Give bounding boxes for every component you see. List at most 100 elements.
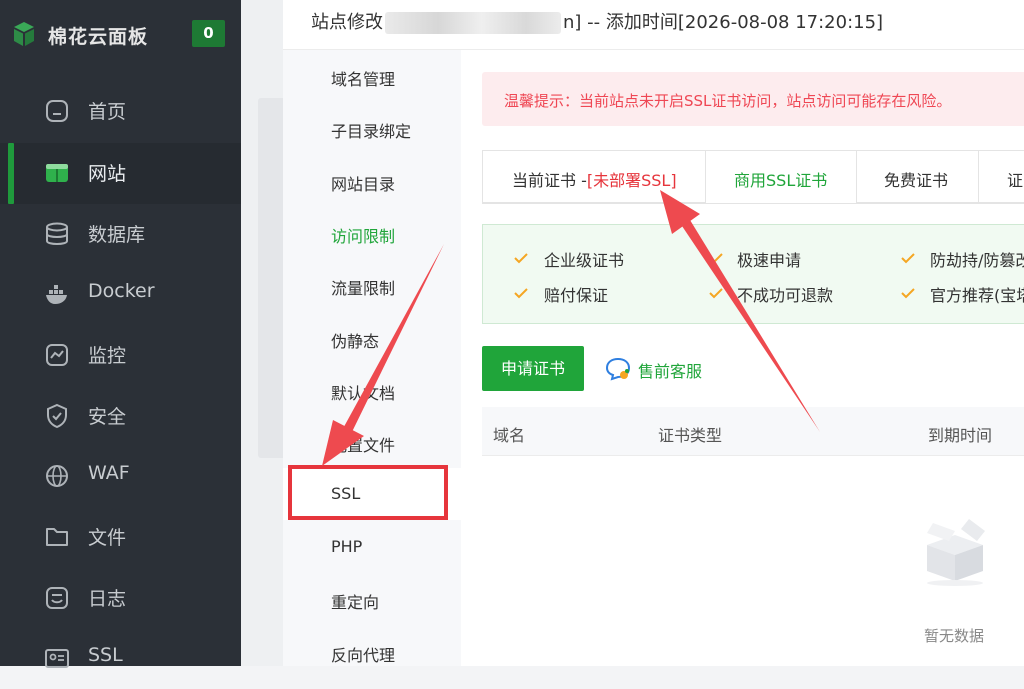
tab-current-label: 当前证书 -[未部署SSL] [512,167,677,191]
menu-label: 网站目录 [331,175,396,194]
menu-label: 反向代理 [331,646,396,665]
menu-label: 配置文件 [331,436,396,455]
feature-item: 不成功可退款 [737,286,834,305]
menu-label: 默认文档 [331,384,396,403]
menu-traffic-limit[interactable]: 流量限制 [283,259,461,311]
tab-more[interactable]: 证 [979,151,1024,203]
nav-label-security: 安全 [88,406,127,428]
nav-label-monitor: 监控 [88,345,127,367]
check-icon [901,288,915,299]
menu-php[interactable]: PHP [283,521,461,573]
menu-redirect[interactable]: 重定向 [283,573,461,625]
shield-icon [47,403,67,429]
nav-label-database: 数据库 [88,224,146,246]
check-icon [514,253,528,264]
menu-rewrite[interactable]: 伪静态 [283,312,461,364]
database-icon [46,222,68,245]
tab-current-prefix: 当前证书 - [512,171,587,190]
nav-label-logs: 日志 [88,588,127,610]
tab-commercial-label: 商用SSL证书 [734,171,828,190]
nav-item-security[interactable]: 安全 [0,386,241,447]
docker-icon [46,285,67,304]
ssl-highlight-box [288,465,448,520]
alert-text: 温馨提示：当前站点未开启SSL证书访问，站点访问可能存在风险。 [504,92,952,110]
website-icon [46,164,68,182]
brand-name: 棉花云面板 [48,26,149,48]
nav-label-files: 文件 [88,527,127,549]
tab-more-label: 证 [1007,171,1024,190]
nav-item-logs[interactable]: 日志 [0,568,241,629]
cotton-logo-icon [14,22,34,46]
menu-label: 子目录绑定 [331,122,412,141]
drawer-header: 站点修改 n] -- 添加时间[2026-08-08 17:20:15] [283,0,1024,50]
nav-item-monitor[interactable]: 监控 [0,325,241,386]
tab-current-certificate[interactable]: 当前证书 -[未部署SSL] [483,151,706,203]
column-expiry: 到期时间 [928,426,993,445]
nav-label-website: 网站 [88,163,127,185]
check-icon [514,288,528,299]
feature-item: 防劫持/防篡改 [930,251,1024,270]
column-cert-type: 证书类型 [658,426,723,445]
drawer-title-suffix: n] -- 添加时间[2026-08-08 17:20:15] [563,12,884,33]
notification-badge[interactable]: 0 [192,20,225,47]
apply-certificate-button[interactable]: 申请证书 [482,346,584,391]
menu-label: 重定向 [331,593,380,612]
globe-icon [46,465,68,487]
feature-item: 赔付保证 [544,286,609,305]
nav-item-waf[interactable]: WAF [0,446,241,507]
tab-free-label: 免费证书 [884,171,949,190]
folder-icon [46,528,68,546]
nav-label-ssl: SSL [88,644,123,666]
menu-label: 流量限制 [331,279,396,298]
menu-subdirectory-binding[interactable]: 子目录绑定 [283,102,461,154]
menu-label: PHP [331,537,363,556]
nav-item-files[interactable]: 文件 [0,507,241,568]
menu-reverse-proxy[interactable]: 反向代理 [283,626,461,678]
feature-item: 官方推荐(宝塔 [930,286,1024,305]
nav-item-database[interactable]: 数据库 [0,204,241,265]
ssl-status-not-deployed: [未部署SSL] [586,171,677,190]
check-icon [709,253,723,264]
certificate-table-header: 域名 证书类型 到期时间 [482,407,1024,456]
menu-access-restriction[interactable]: 访问限制 [283,207,461,259]
blurred-domain [385,12,561,34]
feature-list: 企业级证书 极速申请 防劫持/防篡改 赔付保证 不成功可退款 官方推荐(宝塔 [482,224,1024,324]
ssl-tabs: 当前证书 -[未部署SSL] 商用SSL证书 免费证书 证 [482,150,1024,204]
nav-item-home[interactable]: 首页 [0,81,241,142]
drawer-title: 站点修改 n] -- 添加时间[2026-08-08 17:20:15] [311,8,883,34]
tab-free-certificate[interactable]: 免费证书 [857,151,979,203]
site-edit-drawer: 站点修改 n] -- 添加时间[2026-08-08 17:20:15] 域名管理… [283,0,1024,666]
monitor-icon [46,344,68,366]
nav-label-waf: WAF [88,462,130,484]
empty-box-icon [927,519,985,586]
menu-label: 访问限制 [331,227,396,246]
tab-commercial-ssl[interactable]: 商用SSL证书 [706,151,857,203]
menu-domain-management[interactable]: 域名管理 [283,50,461,102]
feature-item: 企业级证书 [544,251,625,270]
presales-label: 售前客服 [638,362,703,381]
nav-item-ssl[interactable]: SSL [0,628,241,689]
ssl-warning-alert: 温馨提示：当前站点未开启SSL证书访问，站点访问可能存在风险。 [482,72,1024,126]
check-icon [901,253,915,264]
menu-default-document[interactable]: 默认文档 [283,364,461,416]
home-icon [46,100,68,122]
ssl-card-icon [45,649,69,668]
nav-item-docker[interactable]: Docker [0,264,241,325]
menu-site-directory[interactable]: 网站目录 [283,155,461,207]
brand-header: 棉花云面板 0 [0,0,241,66]
feature-item: 极速申请 [737,251,802,270]
menu-label: 域名管理 [331,70,396,89]
chat-bubble-icon [605,357,631,381]
nav-label-home: 首页 [88,101,127,123]
nav-label-docker: Docker [88,280,155,302]
menu-label: 伪静态 [331,332,380,351]
left-sidebar: 棉花云面板 0 首页 网站 数据库 Docker 监控 安全 WAF 文件 日志… [0,0,241,668]
column-domain: 域名 [493,426,526,445]
nav-item-website[interactable]: 网站 [0,143,241,204]
log-icon [46,587,68,609]
menu-config-file[interactable]: 配置文件 [283,416,461,468]
drawer-title-prefix: 站点修改 [311,12,383,33]
site-settings-menu: 域名管理 子目录绑定 网站目录 访问限制 流量限制 伪静态 默认文档 配置文件 … [283,50,461,666]
empty-state-text: 暂无数据 [924,627,985,645]
check-icon [709,288,723,299]
